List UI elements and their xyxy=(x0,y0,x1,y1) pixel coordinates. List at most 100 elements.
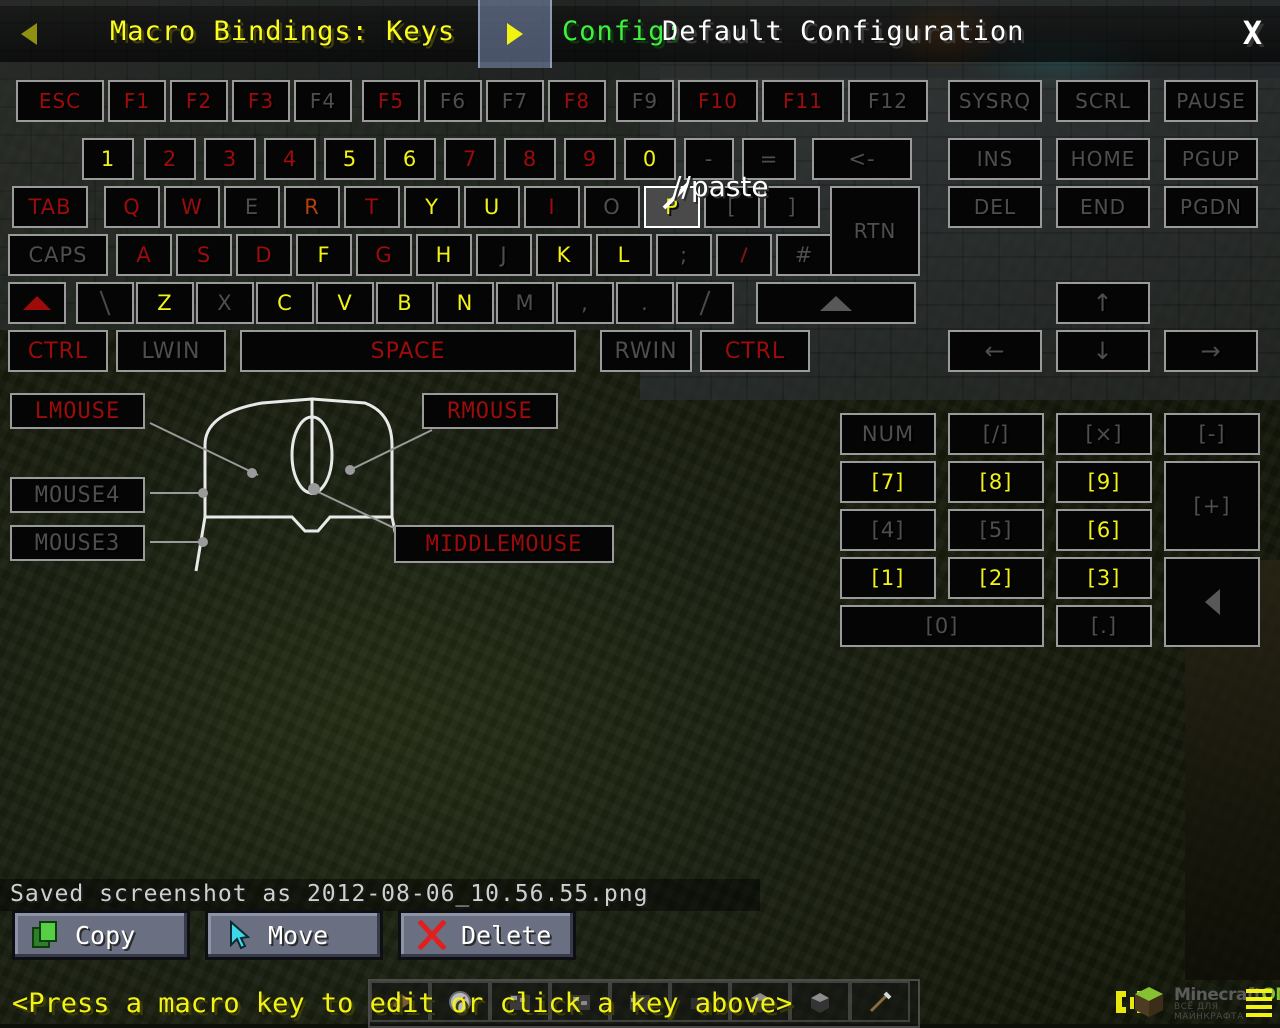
key-e[interactable]: E xyxy=(224,186,280,228)
key-arrow-down[interactable]: ↓ xyxy=(1056,330,1150,372)
mouse-label-mouse3[interactable]: MOUSE3 xyxy=(10,525,145,561)
key-arrow-right[interactable]: → xyxy=(1164,330,1258,372)
key-k[interactable]: K xyxy=(536,234,592,276)
key-n-7[interactable]: N xyxy=(436,282,494,324)
key-4-num[interactable]: 4 xyxy=(264,138,316,180)
mouse-label-middlemouse[interactable]: MIDDLEMOUSE xyxy=(394,525,614,563)
key-tab[interactable]: TAB xyxy=(12,186,88,228)
key-numpad-3[interactable]: [3] xyxy=(1056,557,1152,599)
key-ins[interactable]: INS xyxy=(948,138,1042,180)
key-rshift-12[interactable] xyxy=(756,282,916,324)
key-numpad-8[interactable]: [8] xyxy=(948,461,1044,503)
key-0-num[interactable]: 0 xyxy=(624,138,676,180)
key-q[interactable]: Q xyxy=(104,186,160,228)
close-button[interactable]: X xyxy=(1243,14,1262,52)
key-f9[interactable]: F9 xyxy=(616,80,674,122)
key-space-2[interactable]: SPACE xyxy=(240,330,576,372)
key-j[interactable]: J xyxy=(476,234,532,276)
key-numpad-9[interactable]: [9] xyxy=(1056,461,1152,503)
key-numpad-sym[interactable]: [×] xyxy=(1056,413,1152,455)
key-del[interactable]: DEL xyxy=(948,186,1042,228)
copy-button[interactable]: Copy xyxy=(12,910,190,960)
key-scrl[interactable]: SCRL xyxy=(1056,80,1150,122)
key-h[interactable]: H xyxy=(416,234,472,276)
key-f8[interactable]: F8 xyxy=(548,80,606,122)
key-caps[interactable]: CAPS xyxy=(8,234,108,276)
key-b-6[interactable]: B xyxy=(376,282,434,324)
key-9-num[interactable]: 9 xyxy=(564,138,616,180)
key-sym[interactable]: # xyxy=(776,234,832,276)
previous-tab-button[interactable] xyxy=(12,18,46,50)
key-f6[interactable]: F6 xyxy=(424,80,482,122)
key-arrow-left[interactable]: ← xyxy=(948,330,1042,372)
key-ctrl-0[interactable]: CTRL xyxy=(8,330,108,372)
key-pgdn[interactable]: PGDN xyxy=(1164,186,1258,228)
key-sym-10[interactable]: . xyxy=(616,282,674,324)
key-r[interactable]: R xyxy=(284,186,340,228)
key-w[interactable]: W xyxy=(164,186,220,228)
key-numpad-1[interactable]: [1] xyxy=(840,557,936,599)
key-7-num[interactable]: 7 xyxy=(444,138,496,180)
key-v-5[interactable]: V xyxy=(316,282,374,324)
key-arrow-up[interactable]: ↑ xyxy=(1056,282,1150,324)
key-o[interactable]: O xyxy=(584,186,640,228)
key-x-3[interactable]: X xyxy=(196,282,254,324)
key-sym-num[interactable]: <- xyxy=(812,138,912,180)
key-m-8[interactable]: M xyxy=(496,282,554,324)
key-sym-1[interactable] xyxy=(76,282,134,324)
key-numpad-7[interactable]: [7] xyxy=(840,461,936,503)
mouse-label-mouse4[interactable]: MOUSE4 xyxy=(10,477,145,513)
key-pgup[interactable]: PGUP xyxy=(1164,138,1258,180)
key-pause[interactable]: PAUSE xyxy=(1164,80,1258,122)
key-end[interactable]: END xyxy=(1056,186,1150,228)
key-numpad-2[interactable]: [2] xyxy=(948,557,1044,599)
key-sysrq[interactable]: SYSRQ xyxy=(948,80,1042,122)
key-z-2[interactable]: Z xyxy=(136,282,194,324)
key-numpad-sym[interactable]: [.] xyxy=(1056,605,1152,647)
delete-button[interactable]: Delete xyxy=(398,910,576,960)
key-sym[interactable]: ] xyxy=(764,186,820,228)
key-l[interactable]: L xyxy=(596,234,652,276)
key-f1[interactable]: F1 xyxy=(108,80,166,122)
key-lshift-0[interactable] xyxy=(8,282,66,324)
key-numpad-sym[interactable]: [+] xyxy=(1164,461,1260,551)
key-sym-11[interactable] xyxy=(676,282,734,324)
key-2-num[interactable]: 2 xyxy=(144,138,196,180)
key-f12[interactable]: F12 xyxy=(848,80,928,122)
key-ctrl-4[interactable]: CTRL xyxy=(700,330,810,372)
key-sym[interactable]: ; xyxy=(656,234,712,276)
key-5-num[interactable]: 5 xyxy=(324,138,376,180)
key-numpad-enter[interactable] xyxy=(1164,557,1260,647)
key-1-num[interactable]: 1 xyxy=(82,138,134,180)
key-lwin-1[interactable]: LWIN xyxy=(116,330,226,372)
key-8-num[interactable]: 8 xyxy=(504,138,556,180)
key-f4[interactable]: F4 xyxy=(294,80,352,122)
key-numpad-sym[interactable]: [-] xyxy=(1164,413,1260,455)
key-d[interactable]: D xyxy=(236,234,292,276)
key-home[interactable]: HOME xyxy=(1056,138,1150,180)
key-f7[interactable]: F7 xyxy=(486,80,544,122)
key-t[interactable]: T xyxy=(344,186,400,228)
key-i[interactable]: I xyxy=(524,186,580,228)
key-numpad-0[interactable]: [0] xyxy=(840,605,1044,647)
key-numpad-5[interactable]: [5] xyxy=(948,509,1044,551)
mouse-label-rmouse[interactable]: RMOUSE xyxy=(422,393,558,429)
key-numpad-4[interactable]: [4] xyxy=(840,509,936,551)
key-numpad-num[interactable]: NUM xyxy=(840,413,936,455)
key-a[interactable]: A xyxy=(116,234,172,276)
key-c-4[interactable]: C xyxy=(256,282,314,324)
move-button[interactable]: Move xyxy=(205,910,383,960)
mouse-label-lmouse[interactable]: LMOUSE xyxy=(10,393,145,429)
key-rtn[interactable]: RTN xyxy=(830,186,920,276)
key-numpad-sym[interactable]: [/] xyxy=(948,413,1044,455)
next-tab-button[interactable] xyxy=(478,0,552,68)
key-3-num[interactable]: 3 xyxy=(204,138,256,180)
key-numpad-6[interactable]: [6] xyxy=(1056,509,1152,551)
key-f5[interactable]: F5 xyxy=(362,80,420,122)
config-value[interactable]: Default Configuration xyxy=(662,16,1024,47)
key-u[interactable]: U xyxy=(464,186,520,228)
key-esc[interactable]: ESC xyxy=(16,80,104,122)
key-s[interactable]: S xyxy=(176,234,232,276)
key-f11[interactable]: F11 xyxy=(762,80,844,122)
key-y[interactable]: Y xyxy=(404,186,460,228)
